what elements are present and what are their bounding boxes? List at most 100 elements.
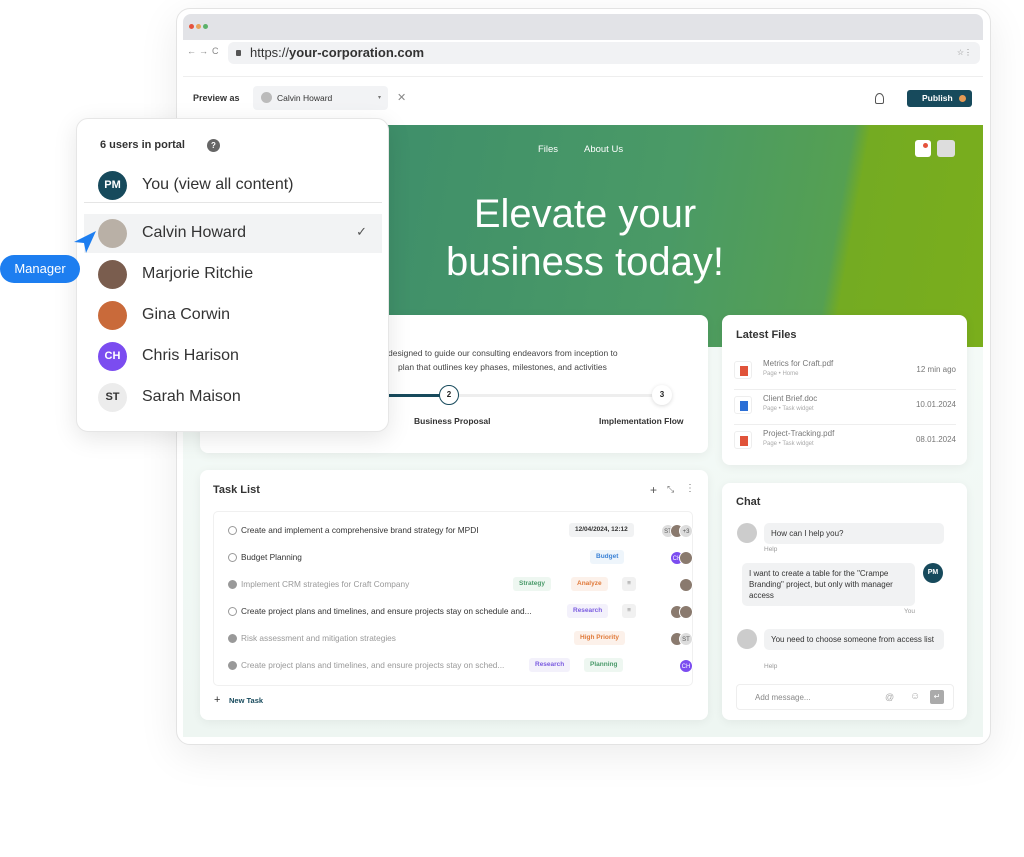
avatar [737,523,757,543]
avatar: PM [923,563,943,583]
message-input[interactable]: Add message... @ ☺ ↵ [736,684,954,710]
file-name: Client Brief.doc [763,394,818,403]
table-row[interactable]: Create project plans and timelines, and … [214,598,734,625]
avatar: ST [679,632,693,646]
clear-preview-button[interactable]: ✕ [397,91,406,104]
publish-label: Publish [922,93,953,103]
tag-research[interactable]: Research [567,604,609,618]
bookmark-star-icon[interactable]: ☆⋮ [957,42,972,64]
table-row[interactable]: Create and implement a comprehensive bra… [214,517,734,544]
task-checkbox[interactable] [228,526,237,535]
task-checkbox[interactable] [228,607,237,616]
user-option[interactable]: PM You (view all content) [84,166,382,205]
chevron-down-icon: ▾ [377,95,381,101]
tag-research[interactable]: Research [529,658,571,672]
file-date: 10.01.2024 [915,400,956,409]
preview-as-label: Preview as [193,93,240,103]
nav-about-us[interactable]: About Us [584,144,623,155]
file-date: 08.01.2024 [915,435,956,444]
step-3[interactable]: 3 [652,385,672,405]
table-row[interactable]: Implement CRM strategies for Craft Compa… [214,571,734,598]
task-list-title: Task List [213,484,260,496]
notification-bell-icon[interactable] [915,140,931,157]
collapse-icon[interactable]: ⤡ [667,484,674,495]
users-count-label: 6 users in portal [100,139,185,151]
publish-button[interactable]: Publish [907,90,972,107]
preview-user-select[interactable]: Calvin Howard ▾ [253,86,388,110]
forward-icon[interactable]: → [199,46,208,56]
user-option[interactable]: ST Sarah Maison [84,378,382,417]
message-author: Help [764,663,778,670]
user-option[interactable]: Marjorie Ritchie [84,255,382,294]
table-row[interactable]: Create project plans and timelines, and … [214,652,734,679]
nav-files[interactable]: Files [538,144,558,155]
file-location: Page • Task widget [763,406,814,412]
notes-icon: ≡ [622,577,636,591]
file-item[interactable]: Client Brief.doc Page • Task widget 10.01.… [734,390,956,425]
chat-title: Chat [736,496,761,508]
maximize-dot-icon[interactable] [203,24,208,29]
back-icon[interactable]: ← [187,46,196,56]
avatar: ST [98,383,127,412]
table-row[interactable]: Budget Planning Budget CH [214,544,734,571]
chat-card: Chat How can I help you? Help I want to … [722,483,967,720]
minimize-dot-icon[interactable] [196,24,201,29]
url-prefix: https:// [250,45,290,60]
tag-budget[interactable]: Budget [590,550,625,564]
table-row[interactable]: Risk assessment and mitigation strategie… [214,625,734,652]
user-name: Sarah Maison [142,388,241,405]
close-dot-icon[interactable] [189,24,194,29]
chat-message: How can I help you? [764,523,944,544]
tag-planning[interactable]: Planning [584,658,624,672]
avatar: CH [679,659,693,673]
file-name: Metrics for Craft.pdf [763,359,834,368]
url-bar[interactable]: https://your-corporation.com ☆⋮ [228,42,980,64]
notes-icon: ≡ [622,604,636,618]
file-item[interactable]: Metrics for Craft.pdf Page • Home 12 min a… [734,355,956,390]
user-option[interactable]: Calvin Howard ✓ [84,214,382,253]
user-name: Marjorie Ritchie [142,265,254,282]
new-task-button[interactable]: New Task [229,696,263,705]
plan-description-1: designed to guide our consulting endeavo… [388,348,618,358]
step-2[interactable]: 2 [439,385,459,405]
user-avatar[interactable] [937,140,955,157]
send-icon[interactable]: ↵ [930,690,944,704]
message-author: You [904,608,915,615]
task-title: Risk assessment and mitigation strategie… [241,633,396,643]
tag-high-priority[interactable]: High Priority [574,631,626,645]
chat-message: You need to choose someone from access l… [764,629,944,650]
cursor-pointer-icon [74,231,96,253]
task-title: Create project plans and timelines, and … [241,606,532,616]
task-checkbox[interactable] [228,634,237,643]
more-options-icon[interactable]: ⋮ [685,483,695,494]
plan-description-2: plan that outlines key phases, milestone… [398,362,607,372]
add-task-icon[interactable]: + [650,483,657,497]
reload-icon[interactable]: C [212,46,219,56]
task-checkbox[interactable] [228,553,237,562]
task-checkbox[interactable] [228,580,237,589]
avatar: CH [98,342,127,371]
avatar [261,92,272,103]
step-3-label: Implementation Flow [599,416,684,426]
avatar [98,219,127,248]
avatar [679,551,693,565]
user-option[interactable]: Gina Corwin [84,296,382,335]
help-icon[interactable]: ? [207,139,220,152]
avatar [98,301,127,330]
task-title: Implement CRM strategies for Craft Compa… [241,579,410,589]
task-list-card: Task List + ⤡ ⋮ + New Task Create and im… [200,470,708,720]
emoji-icon[interactable]: ☺ [910,691,920,702]
user-option[interactable]: CH Chris Harison [84,337,382,376]
file-item[interactable]: Project-Tracking.pdf Page • Task widget 08… [734,425,956,460]
task-checkbox[interactable] [228,661,237,670]
mention-icon[interactable]: @ [885,692,894,702]
message-author: Help [764,546,778,553]
tag-analyze[interactable]: Analyze [571,577,608,591]
avatar: PM [98,171,127,200]
avatar [679,605,693,619]
pdf-file-icon [734,431,752,449]
role-tooltip: Manager [0,255,80,283]
users-access-icon[interactable] [875,93,884,104]
tag-strategy[interactable]: Strategy [513,577,552,591]
task-title: Create project plans and timelines, and … [241,660,505,670]
